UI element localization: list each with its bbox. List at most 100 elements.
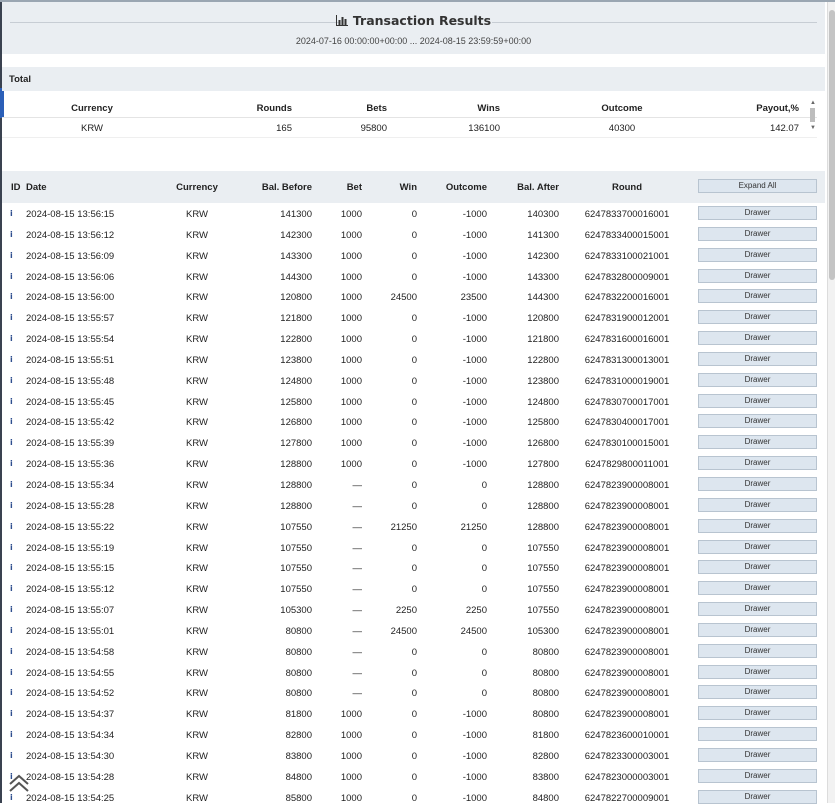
row-outcome: -1000 — [462, 417, 487, 429]
total-label: Total — [9, 74, 31, 85]
col-win: Win — [399, 182, 417, 193]
drawer-button[interactable]: Drawer — [698, 310, 817, 325]
row-currency: KRW — [186, 417, 208, 429]
info-icon[interactable]: i — [10, 376, 15, 384]
row-outcome: -1000 — [462, 354, 487, 366]
drawer-button[interactable]: Drawer — [698, 247, 817, 262]
info-icon[interactable]: i — [10, 647, 15, 655]
scroll-up-icon[interactable]: ▲ — [810, 100, 816, 106]
drawer-button[interactable]: Drawer — [698, 622, 817, 637]
row-bal-after: 144300 — [527, 292, 559, 304]
info-icon[interactable]: i — [10, 710, 15, 718]
row-win: 0 — [411, 209, 417, 220]
row-outcome: -1000 — [462, 313, 487, 325]
scroll-down-icon[interactable]: ▼ — [810, 125, 816, 131]
summary-col-bets: Bets — [366, 103, 387, 114]
row-outcome: 0 — [481, 688, 487, 700]
drawer-button[interactable]: Drawer — [698, 435, 817, 450]
table-row: i 2024-08-15 13:54:55 KRW 80800 — 0 0 80800 6247… — [2, 662, 825, 683]
row-date: 2024-08-15 13:54:58 — [26, 646, 115, 658]
row-date: 2024-08-15 13:55:22 — [26, 521, 115, 533]
info-icon[interactable]: i — [10, 293, 15, 301]
row-bal-before: 144300 — [280, 271, 312, 283]
info-icon[interactable]: i — [10, 397, 15, 405]
drawer-button[interactable]: Drawer — [698, 706, 817, 721]
row-win: 0 — [411, 438, 417, 450]
row-win: 0 — [411, 730, 417, 742]
drawer-button[interactable]: Drawer — [698, 393, 817, 408]
summary-scrollbar-thumb[interactable] — [810, 108, 815, 122]
row-bal-after: 84800 — [532, 792, 559, 804]
drawer-button[interactable]: Drawer — [698, 664, 817, 679]
drawer-button[interactable]: Drawer — [698, 372, 817, 387]
info-icon[interactable]: i — [10, 585, 15, 593]
info-icon[interactable]: i — [10, 210, 15, 218]
row-bet: — — [352, 542, 363, 554]
drawer-button[interactable]: Drawer — [698, 268, 817, 283]
row-currency: KRW — [186, 396, 208, 408]
info-icon[interactable]: i — [10, 335, 15, 343]
row-round: 6247833100021001 — [584, 250, 670, 262]
info-icon[interactable]: i — [10, 689, 15, 697]
drawer-button[interactable]: Drawer — [698, 789, 817, 804]
drawer-button[interactable]: Drawer — [698, 456, 817, 471]
row-round: 6247823900008001 — [584, 646, 670, 658]
summary-scrollbar[interactable]: ▲ ▼ — [809, 98, 817, 136]
info-icon[interactable]: i — [10, 751, 15, 759]
row-bet: 1000 — [340, 792, 362, 804]
info-icon[interactable]: i — [10, 418, 15, 426]
drawer-button[interactable]: Drawer — [698, 768, 817, 783]
row-bal-after: 128800 — [527, 521, 559, 533]
page-scrollbar[interactable] — [827, 2, 835, 803]
drawer-button[interactable]: Drawer — [698, 747, 817, 762]
row-round: 6247823900008001 — [584, 500, 670, 512]
drawer-button[interactable]: Drawer — [698, 497, 817, 512]
info-icon[interactable]: i — [10, 522, 15, 530]
row-bet: — — [352, 500, 363, 512]
summary-header-row: Currency Rounds Bets Wins Outcome Payout… — [2, 98, 817, 118]
drawer-button[interactable]: Drawer — [698, 581, 817, 596]
double-chevron-up-icon[interactable] — [6, 770, 32, 796]
info-icon[interactable]: i — [10, 314, 15, 322]
row-outcome: -1000 — [462, 730, 487, 742]
drawer-button[interactable]: Drawer — [698, 289, 817, 304]
drawer-button[interactable]: Drawer — [698, 476, 817, 491]
drawer-button[interactable]: Drawer — [698, 414, 817, 429]
row-bet: — — [352, 625, 363, 637]
info-icon[interactable]: i — [10, 355, 15, 363]
drawer-button[interactable]: Drawer — [698, 331, 817, 346]
info-icon[interactable]: i — [10, 564, 15, 572]
info-icon[interactable]: i — [10, 606, 15, 614]
row-win: 0 — [411, 500, 417, 512]
info-icon[interactable]: i — [10, 626, 15, 634]
page-scrollbar-thumb[interactable] — [829, 10, 835, 280]
drawer-button[interactable]: Drawer — [698, 539, 817, 554]
info-icon[interactable]: i — [10, 272, 15, 280]
drawer-button[interactable]: Drawer — [698, 643, 817, 658]
drawer-button[interactable]: Drawer — [698, 226, 817, 241]
row-round: 6247823300003001 — [584, 750, 670, 762]
table-row: i 2024-08-15 13:55:45 KRW 125800 1000 0 -1000 1… — [2, 391, 825, 412]
drawer-button[interactable]: Drawer — [698, 727, 817, 742]
info-icon[interactable]: i — [10, 230, 15, 238]
info-icon[interactable]: i — [10, 439, 15, 447]
expand-all-button[interactable]: Expand All — [698, 179, 817, 193]
drawer-button[interactable]: Drawer — [698, 351, 817, 366]
drawer-button[interactable]: Drawer — [698, 560, 817, 575]
table-row: i 2024-08-15 13:55:42 KRW 126800 1000 0 -1000 1… — [2, 411, 825, 432]
info-icon[interactable]: i — [10, 251, 15, 259]
row-date: 2024-08-15 13:55:51 — [26, 354, 115, 366]
info-icon[interactable]: i — [10, 480, 15, 488]
row-bal-before: 80800 — [285, 688, 312, 700]
col-bal-before: Bal. Before — [261, 182, 312, 193]
drawer-button[interactable]: Drawer — [698, 685, 817, 700]
info-icon[interactable]: i — [10, 543, 15, 551]
drawer-button[interactable]: Drawer — [698, 518, 817, 533]
info-icon[interactable]: i — [10, 668, 15, 676]
drawer-button[interactable]: Drawer — [698, 206, 817, 220]
info-icon[interactable]: i — [10, 501, 15, 509]
drawer-button[interactable]: Drawer — [698, 602, 817, 617]
info-icon[interactable]: i — [10, 460, 15, 468]
row-currency: KRW — [186, 250, 208, 262]
info-icon[interactable]: i — [10, 731, 15, 739]
